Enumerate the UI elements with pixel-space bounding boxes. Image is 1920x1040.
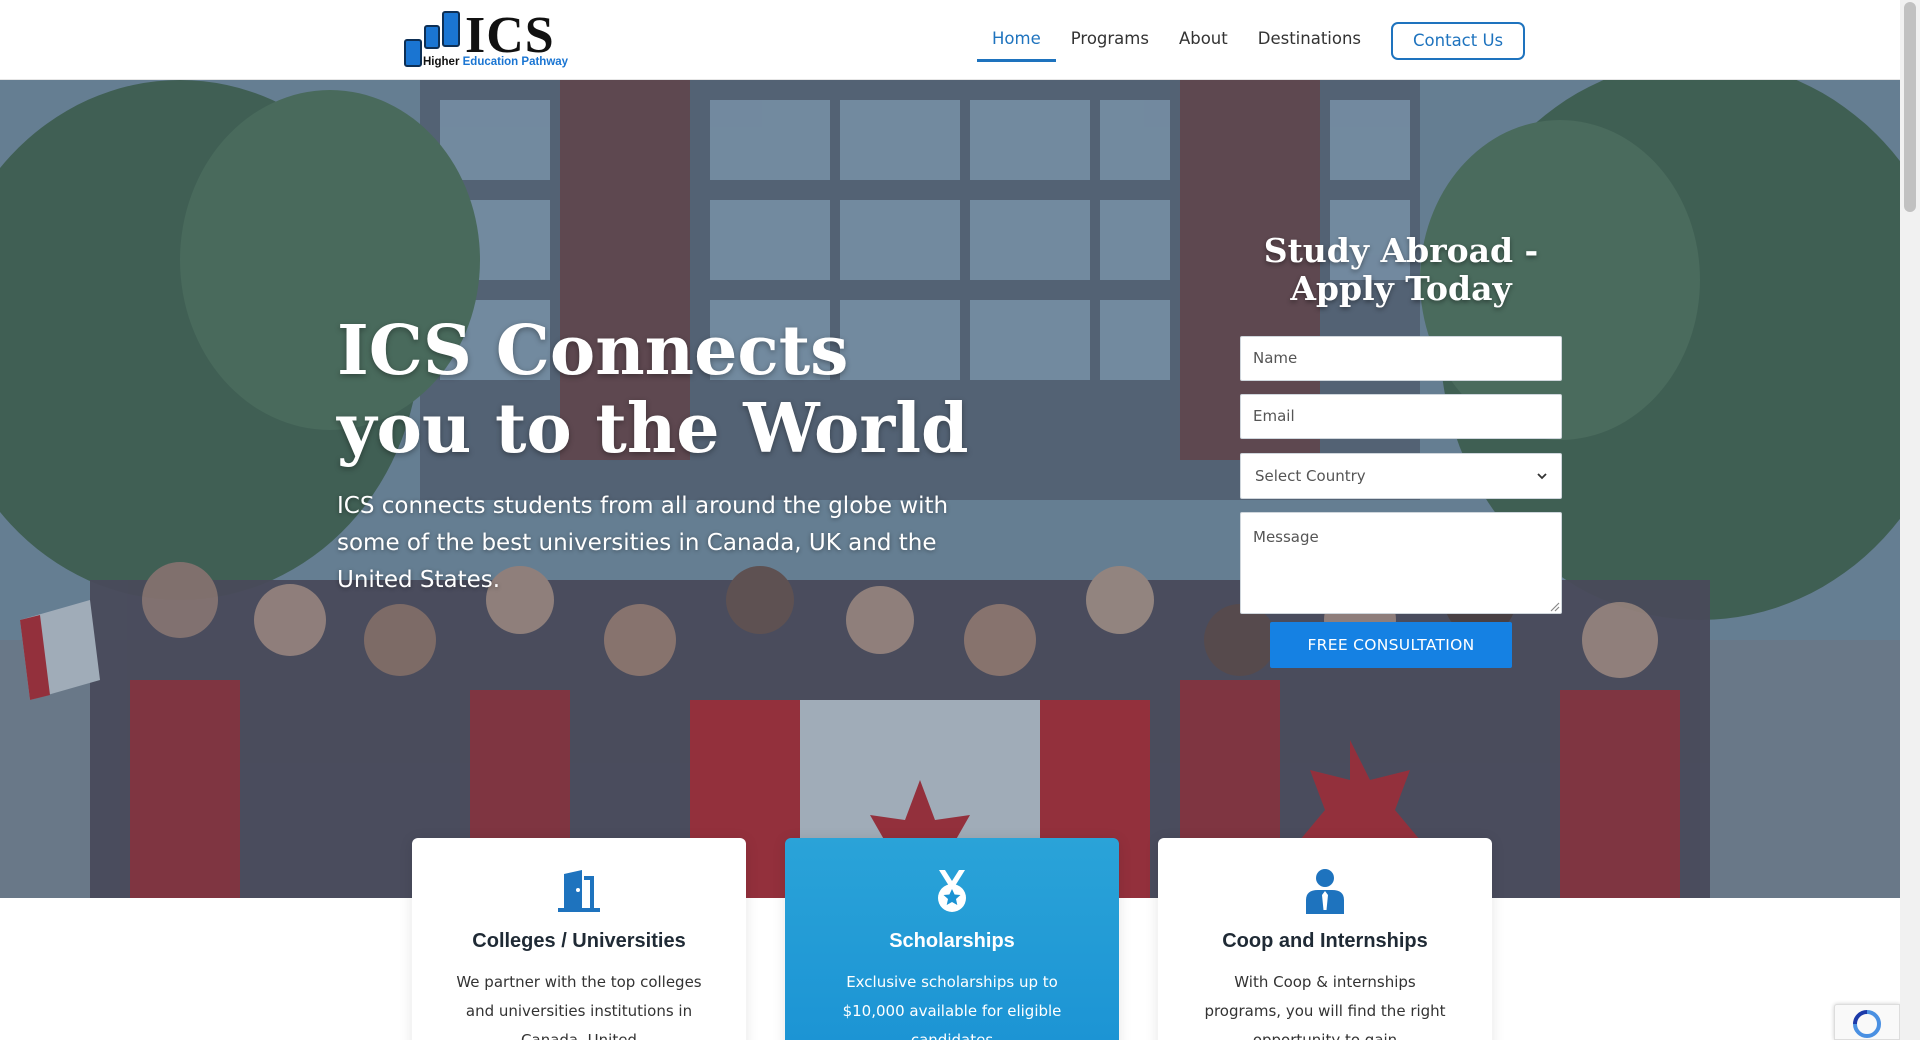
email-input[interactable]: [1240, 394, 1562, 439]
chevron-down-icon: [1537, 473, 1547, 480]
card-text: Exclusive scholarships up to $10,000 ava…: [842, 973, 1062, 1040]
logo-tagline: Higher Education Pathway: [423, 56, 568, 68]
card-coop[interactable]: Coop and Internships With Coop & interns…: [1158, 838, 1492, 1040]
nav-destinations[interactable]: Destinations: [1243, 20, 1376, 62]
card-colleges[interactable]: Colleges / Universities We partner with …: [412, 838, 746, 1040]
card-title: Colleges / Universities: [472, 930, 686, 952]
nav-programs[interactable]: Programs: [1056, 20, 1164, 62]
free-consultation-button[interactable]: FREE CONSULTATION: [1270, 622, 1512, 668]
site-header: ICS Higher Education Pathway Home Progra…: [0, 0, 1900, 80]
hero-section: ICS Connects you to the World ICS connec…: [0, 80, 1900, 898]
nav-home[interactable]: Home: [977, 20, 1056, 62]
logo-tagline-left: Higher: [423, 56, 463, 68]
recaptcha-badge[interactable]: [1834, 1004, 1900, 1040]
scrollbar-thumb[interactable]: [1904, 2, 1916, 212]
main-nav: Home Programs About Destinations Contact…: [977, 20, 1526, 62]
hero-title: ICS Connects you to the World: [337, 311, 969, 469]
card-text: We partner with the top colleges and uni…: [456, 973, 702, 1040]
contact-us-button[interactable]: Contact Us: [1391, 22, 1526, 60]
recaptcha-icon: [1853, 1010, 1881, 1038]
resize-grip-icon[interactable]: [1548, 600, 1560, 612]
message-textarea[interactable]: [1240, 512, 1562, 614]
ics-logo[interactable]: ICS Higher Education Pathway: [403, 7, 573, 72]
card-title: Coop and Internships: [1222, 930, 1428, 952]
name-input[interactable]: [1240, 336, 1562, 381]
card-title: Scholarships: [889, 930, 1015, 952]
logo-tagline-right: Education Pathway: [462, 56, 569, 68]
card-scholarships[interactable]: Scholarships Exclusive scholarships up t…: [785, 838, 1119, 1040]
country-select[interactable]: Select Country: [1240, 453, 1562, 499]
page-scrollbar[interactable]: [1900, 0, 1920, 1040]
door-icon: [558, 870, 600, 912]
person-tie-icon: [1306, 869, 1344, 914]
card-text: With Coop & internships programs, you wi…: [1204, 973, 1446, 1040]
hero-subtitle: ICS connects students from all around th…: [337, 493, 949, 593]
form-title: Study Abroad - Apply Today: [1263, 231, 1539, 308]
medal-icon: [938, 870, 966, 912]
country-select-value: Select Country: [1255, 466, 1366, 485]
nav-about[interactable]: About: [1164, 20, 1243, 62]
